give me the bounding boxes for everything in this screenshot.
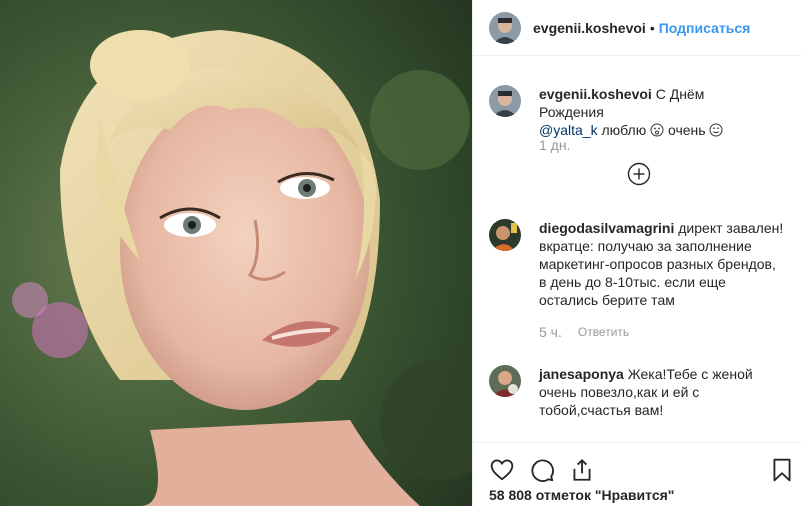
post-header: evgenii.koshevoi • Подписаться [473,0,801,56]
post-photo[interactable] [0,0,472,506]
caption-text-love: люблю [597,122,647,138]
surprised-emoji-icon [650,123,664,137]
header-username[interactable]: evgenii.koshevoi [533,20,646,36]
heart-icon[interactable] [489,457,515,483]
comment-item: diegodasilvamagrini директ завален! вкра… [489,219,789,309]
post-side-panel: evgenii.koshevoi • Подписаться evgenii.k… [472,0,801,506]
smiling-emoji-icon [709,123,723,137]
separator-dot: • [649,19,655,36]
timestamp[interactable]: 1 дн. [539,137,570,153]
load-more-comments-icon[interactable] [627,162,651,186]
mention-link[interactable]: @yalta_k [539,122,598,138]
post-actions-bar [473,442,801,490]
comment-item: janesaponya Жека!Тебе с женой очень пове… [489,365,789,419]
avatar[interactable] [489,365,521,397]
caption-username[interactable]: evgenii.koshevoi [539,86,652,102]
caption-comment: evgenii.koshevoi С Днём Рождения @yalta_… [489,85,789,139]
avatar[interactable] [489,85,521,117]
reply-button[interactable]: Ответить [578,325,629,339]
avatar[interactable] [489,11,521,44]
likes-count[interactable]: 58 808 отметок "Нравится" [489,487,674,503]
timestamp[interactable]: 5 ч. [539,324,562,340]
portrait-image [0,0,472,506]
comment-username[interactable]: diegodasilvamagrini [539,220,674,236]
comment-meta: 5 ч. Ответить [539,324,629,340]
share-icon[interactable] [569,457,595,483]
follow-button[interactable]: Подписаться [659,20,751,36]
avatar[interactable] [489,219,521,251]
bookmark-icon[interactable] [769,457,795,483]
caption-text-very: очень [664,122,706,138]
caption-meta: 1 дн. [539,137,570,153]
comment-username[interactable]: janesaponya [539,366,624,382]
comment-icon[interactable] [529,457,555,483]
